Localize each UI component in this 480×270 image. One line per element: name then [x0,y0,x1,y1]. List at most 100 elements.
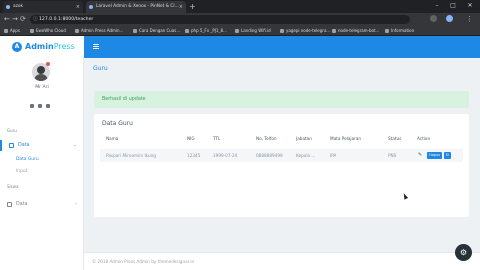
edit-pencil-icon[interactable]: ✎ [418,153,422,158]
bookmark-item[interactable]: node-telegram-bot... [332,26,379,36]
avatar-body [34,74,48,81]
bookmark-label: Information [391,28,415,33]
table-cell: Kepala ... [296,153,316,158]
table-cell: Paspari Miroomiin Ikung [106,153,156,158]
forward-button[interactable]: → [12,13,18,26]
column-header: TTL [213,136,221,141]
bookmark-label: yagepi node-telegra... [286,28,331,33]
new-tab-button[interactable]: + [189,1,196,12]
bookmark-label: EwoWho Cloud [36,28,66,33]
sidebar-item-data-guru[interactable]: Data ⌄ [0,140,84,151]
section-label-guru: Guru [7,128,17,133]
bookmark-favicon-icon [75,29,79,33]
browser-menu-icon[interactable]: ⋮ [466,13,473,26]
browser-tab-inactive[interactable]: azok × [3,1,83,13]
bookmark-label: node-telegram-bot... [338,28,380,33]
bookmark-item[interactable]: Cara Dengan Cuas... [133,26,180,36]
table-cell: PNS [388,153,397,158]
browser-toolbar: ← → ⟳ ⓘ 127.0.0.1:8000/teacher ⋮ [0,13,480,26]
tab-strip: azok × Laravel Admin & Xenox - PinNet & … [0,0,480,13]
tab-close-icon[interactable]: × [76,1,80,13]
maximize-button[interactable]: □ [446,0,460,12]
settings-gear-button[interactable]: ⚙ [455,244,472,261]
sidebar-subitem-data-guru[interactable]: Data Guru [0,155,84,164]
extension-icon[interactable] [430,15,437,22]
username[interactable]: Mr Ari [0,85,84,90]
bookmark-item[interactable]: php 5_Fx _PJ1_8... [185,26,227,36]
bookmark-item[interactable]: Information [385,26,414,36]
table-cell: 0888889499 [256,153,283,158]
bookmark-item[interactable]: Landing Wifi.id [235,26,271,36]
sidebar-subitem-input[interactable]: Input [0,167,84,176]
top-header [84,36,480,58]
logout-icon[interactable] [46,104,50,108]
bookmark-favicon-icon [30,29,34,33]
app-viewport: A AdminPress Mr Ari Guru Data ⌄ Data Gur… [0,36,480,270]
data-card: Data Guru Nama NIG TTL No. Telfon Jabata… [94,114,469,217]
reload-button[interactable]: ⟳ [20,13,26,26]
grid-icon [7,202,12,207]
bookmark-favicon-icon [332,29,336,33]
chevron-right-icon: › [75,201,77,207]
bookmark-label: Cara Dengan Cuas... [139,28,181,33]
gear-icon: ⚙ [459,248,468,257]
column-header: Status [388,136,402,141]
column-header: Action [417,136,431,141]
close-window-button[interactable]: ✕ [463,0,477,12]
menu-label: Data [16,202,28,207]
browser-tab-active[interactable]: Laravel Admin & Xenox - PinNet & Cl... × [86,1,186,13]
bookmark-item[interactable]: EwoWho Cloud [30,26,66,36]
bookmark-label: Landing Wifi.id [241,28,271,33]
section-label-siswa: Siswa [7,184,19,189]
bookmark-label: Apps [10,28,20,33]
apps-icon [4,29,8,33]
bookmark-favicon-icon [133,29,137,33]
brand-name: AdminPress [25,42,75,51]
bookmark-favicon-icon [185,29,189,33]
tab-title: Laravel Admin & Xenox - PinNet & Cl... [96,4,179,9]
back-button[interactable]: ← [4,13,10,26]
menu-label: Data [18,143,30,148]
delete-button[interactable]: Hapus [427,152,442,159]
url-text: 127.0.0.1:8000/teacher [39,17,94,22]
table-cell: 1999-07-24 [213,153,238,158]
sidebar: A AdminPress Mr Ari Guru Data ⌄ Data Gur… [0,36,84,270]
minimize-button[interactable]: – [430,0,444,12]
profile-avatar[interactable] [446,15,453,22]
brand-logo[interactable]: A AdminPress [0,36,84,58]
card-title: Data Guru [102,120,133,127]
column-header: No. Telfon [256,136,277,141]
column-header: Nama [106,136,119,141]
bookmark-item[interactable]: Apps [4,26,20,36]
page-title: Guru [93,65,108,72]
column-header: Jabatan [296,136,312,141]
chevron-down-icon: ⌄ [72,142,77,148]
tab-favicon-icon [89,5,93,9]
tab-close-icon[interactable]: × [179,1,183,13]
bookmark-favicon-icon [235,29,239,33]
table-cell: 12345 [187,153,201,158]
extra-action-button[interactable]: Ei [444,152,451,159]
logo-icon: A [12,42,22,52]
bookmark-label: php 5_Fx _PJ1_8... [191,28,227,33]
success-alert: Berhasil di update [94,91,469,108]
table-cell: IPA [330,153,337,158]
bookmark-favicon-icon [280,29,284,33]
online-status-icon [46,62,50,66]
avatar-head [37,66,45,74]
info-icon[interactable]: ⓘ [33,15,38,24]
bookmark-item[interactable]: yagepi node-telegra... [280,26,330,36]
sidebar-item-data-siswa[interactable]: Data › [0,199,84,210]
grid-icon [9,143,14,148]
column-header: Mata Pelajaran [330,136,362,141]
settings-icon[interactable] [30,104,34,108]
bookmark-label: Admin Press Admin... [81,28,124,33]
bookmark-favicon-icon [385,29,389,33]
tab-title: azok [13,4,24,9]
tab-favicon-icon [6,5,10,9]
menu-toggle-icon[interactable] [93,44,99,49]
column-header: NIG [187,136,195,141]
mail-icon[interactable] [38,104,42,108]
bookmark-item[interactable]: Admin Press Admin... [75,26,123,36]
address-bar[interactable]: ⓘ 127.0.0.1:8000/teacher [30,15,410,24]
